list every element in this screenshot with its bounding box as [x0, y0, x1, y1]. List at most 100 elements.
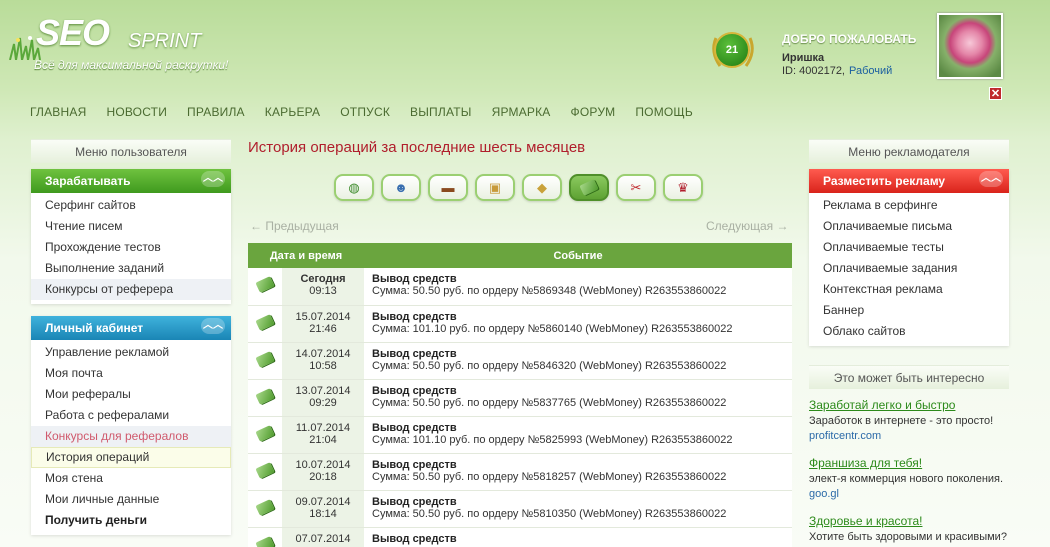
ad-url[interactable]: goo.gl [809, 488, 1019, 500]
menu-item-tests[interactable]: Прохождение тестов [31, 237, 231, 258]
ad-text: Хотите быть здоровыми и красивыми? [809, 531, 1007, 543]
table-row: 09.07.2014 18:14 Вывод средств Сумма: 50.5… [248, 490, 792, 528]
row-detail: Сумма: 101.10 руб. по ордеру №5860140 (W… [372, 322, 733, 335]
row-time: 09:13 [309, 285, 337, 297]
nav-forum[interactable]: ФОРУМ [571, 105, 616, 119]
welcome-title: ДОБРО ПОЖАЛОВАТЬ [782, 32, 917, 46]
cabinet-menu-title[interactable]: Личный кабинет ︿︿ [31, 316, 231, 340]
menu-item-get-money[interactable]: Получить деньги [31, 510, 231, 531]
ad-text: Заработок в интернете - это просто! [809, 415, 994, 427]
welcome-block: ДОБРО ПОЖАЛОВАТЬ Иришка ID: 4002172, Рабо… [782, 32, 932, 77]
place-ad-menu-label: Разместить рекламу [823, 174, 946, 188]
ad-block[interactable]: Здоровье и красота! Хотите быть здоровым… [809, 514, 1019, 543]
menu-item-paid-tests[interactable]: Оплачиваемые тесты [809, 237, 1009, 258]
menu-item-surfing[interactable]: Серфинг сайтов [31, 195, 231, 216]
logo-seo-text: SEO [36, 12, 110, 53]
ad-title[interactable]: Заработай легко и быстро [809, 398, 1019, 412]
menu-item-personal-data[interactable]: Мои личные данные [31, 489, 231, 510]
row-detail: Сумма: 101.10 руб. по ордеру №5825993 (W… [372, 433, 733, 446]
ad-block[interactable]: Заработай легко и быстро Заработок в инт… [809, 398, 1019, 442]
table-row: 10.07.2014 20:18 Вывод средств Сумма: 50.5… [248, 453, 792, 491]
bag-icon: ▣ [488, 179, 502, 195]
status-link[interactable]: Рабочий [849, 65, 892, 77]
menu-item-my-wall[interactable]: Моя стена [31, 468, 231, 489]
row-date: 15.07.2014 [295, 310, 351, 323]
row-event: Вывод средств [372, 421, 457, 434]
filter-cup-button[interactable]: ♛ [663, 174, 703, 201]
menu-item-operations-history[interactable]: История операций [31, 447, 231, 468]
place-ad-menu: Разместить рекламу ︿︿ Реклама в серфинге… [809, 169, 1009, 346]
row-time: 10:58 [309, 359, 337, 372]
filter-package-button[interactable]: ◆ [522, 174, 562, 201]
globe-icon: ◍ [348, 179, 360, 195]
operation-filter-bar: ◍ ☻ ▬ ▣ ◆ ✂ ♛ [334, 174, 710, 201]
chevron-up-icon[interactable]: ︿︿ [201, 318, 225, 334]
menu-item-referral-work[interactable]: Работа с рефералами [31, 405, 231, 426]
nav-rules[interactable]: ПРАВИЛА [187, 105, 245, 119]
menu-item-tasks[interactable]: Выполнение заданий [31, 258, 231, 279]
user-icon: ☻ [394, 180, 408, 195]
menu-item-my-mail[interactable]: Моя почта [31, 363, 231, 384]
menu-item-site-cloud[interactable]: Облако сайтов [809, 321, 1009, 342]
prev-page-link[interactable]: ← Предыдущая [250, 219, 339, 233]
row-date: 07.07.2014 [295, 532, 351, 545]
table-row: 15.07.2014 21:46 Вывод средств Сумма: 101.… [248, 305, 792, 343]
tools-icon: ✂ [630, 179, 642, 195]
row-date: Сегодня [300, 273, 346, 285]
row-event: Вывод средств [372, 384, 457, 397]
row-date: 11.07.2014 [295, 421, 351, 434]
money-icon [255, 498, 275, 516]
filter-bag-button[interactable]: ▣ [475, 174, 515, 201]
row-date: 13.07.2014 [295, 384, 351, 397]
menu-item-banner[interactable]: Баннер [809, 300, 1009, 321]
ad-title[interactable]: Франшиза для тебя! [809, 456, 1019, 470]
menu-item-ad-management[interactable]: Управление рекламой [31, 342, 231, 363]
chevron-up-icon[interactable]: ︿︿ [979, 171, 1003, 187]
nav-fair[interactable]: ЯРМАРКА [492, 105, 551, 119]
ad-url[interactable]: profitcentr.com [809, 430, 1019, 442]
row-date: 14.07.2014 [295, 347, 351, 360]
menu-item-paid-tasks[interactable]: Оплачиваемые задания [809, 258, 1009, 279]
row-date: 09.07.2014 [295, 495, 351, 508]
logo-sprint-text: SPRINT [128, 30, 202, 52]
nav-news[interactable]: НОВОСТИ [106, 105, 167, 119]
nav-payouts[interactable]: ВЫПЛАТЫ [410, 105, 472, 119]
site-logo[interactable]: SEO SPRINT Всё для максимальной раскрутк… [8, 12, 248, 82]
page-title: История операций за последние шесть меся… [248, 139, 586, 156]
menu-item-my-referrals[interactable]: Мои рефералы [31, 384, 231, 405]
row-detail: Сумма: 50.50 руб. по ордеру №5846320 (We… [372, 359, 727, 372]
filter-money-button[interactable] [569, 174, 609, 201]
filter-wallet-button[interactable]: ▬ [428, 174, 468, 201]
next-page-link[interactable]: Следующая → [706, 219, 788, 233]
avatar[interactable] [937, 13, 1003, 79]
nav-help[interactable]: ПОМОЩЬ [635, 105, 693, 119]
level-badge[interactable]: 21 [708, 28, 758, 74]
username: Иришка [782, 52, 825, 64]
nav-vacation[interactable]: ОТПУСК [340, 105, 390, 119]
table-row: 07.07.2014 Вывод средств [248, 527, 792, 547]
filter-globe-button[interactable]: ◍ [334, 174, 374, 201]
menu-item-referral-contests[interactable]: Конкурсы для рефералов [31, 426, 231, 447]
operations-table: Дата и время Событие Сегодня 09:13 Вывод … [248, 243, 792, 547]
place-ad-menu-title[interactable]: Разместить рекламу ︿︿ [809, 169, 1009, 193]
earn-menu-title[interactable]: Зарабатывать ︿︿ [31, 169, 231, 193]
chevron-up-icon[interactable]: ︿︿ [201, 171, 225, 187]
nav-home[interactable]: ГЛАВНАЯ [30, 105, 86, 119]
menu-item-referrer-contests[interactable]: Конкурсы от реферера [31, 279, 231, 300]
table-row: 11.07.2014 21:04 Вывод средств Сумма: 101.… [248, 416, 792, 454]
row-time: 09:29 [309, 396, 337, 409]
filter-user-button[interactable]: ☻ [381, 174, 421, 201]
ad-title[interactable]: Здоровье и красота! [809, 514, 1019, 528]
earn-menu: Зарабатывать ︿︿ Серфинг сайтов Чтение пи… [31, 169, 231, 304]
wallet-icon: ▬ [441, 180, 455, 195]
money-icon [255, 461, 275, 479]
filter-tools-button[interactable]: ✂ [616, 174, 656, 201]
menu-item-surf-ads[interactable]: Реклама в серфинге [809, 195, 1009, 216]
nav-career[interactable]: КАРЬЕРА [265, 105, 320, 119]
menu-item-context-ads[interactable]: Контекстная реклама [809, 279, 1009, 300]
close-icon[interactable]: ✕ [989, 87, 1002, 100]
ad-block[interactable]: Франшиза для тебя! элект-я коммерция нов… [809, 456, 1019, 500]
menu-item-reading-mail[interactable]: Чтение писем [31, 216, 231, 237]
row-detail: Сумма: 50.50 руб. по ордеру №5837765 (We… [372, 396, 727, 409]
menu-item-paid-mail[interactable]: Оплачиваемые письма [809, 216, 1009, 237]
